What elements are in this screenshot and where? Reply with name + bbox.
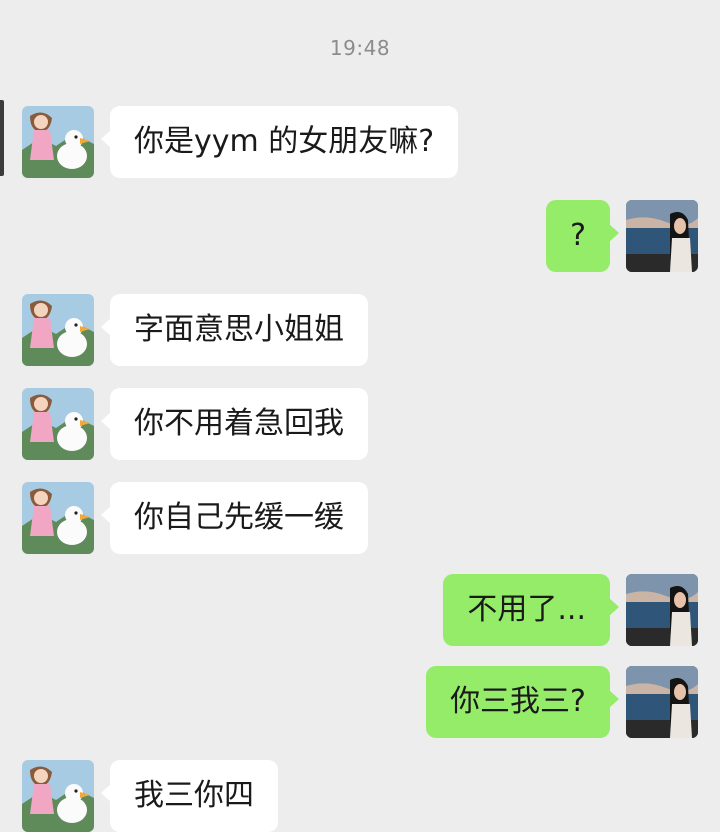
user-avatar[interactable] — [626, 200, 698, 272]
message-bubble-incoming[interactable]: 你不用着急回我 — [101, 388, 368, 460]
message-bubble-incoming[interactable]: 我三你四 — [101, 760, 278, 832]
message-bubble-outgoing[interactable]: 不用了... — [443, 574, 619, 646]
contact-avatar[interactable] — [22, 106, 94, 178]
message-row-outgoing: ? — [546, 200, 698, 272]
chat-timestamp: 19:48 — [329, 36, 391, 60]
message-row-outgoing: 不用了... — [443, 574, 698, 646]
message-row-outgoing: 你三我三? — [426, 666, 698, 738]
message-bubble-incoming[interactable]: 你是yym 的女朋友嘛? — [100, 106, 459, 178]
message-row-incoming: 你不用着急回我 — [22, 388, 368, 460]
message-bubble-outgoing[interactable]: ? — [546, 200, 619, 272]
contact-avatar[interactable] — [22, 482, 94, 554]
message-bubble-outgoing[interactable]: 你三我三? — [426, 666, 619, 738]
message-row-incoming: 我三你四 — [22, 760, 278, 832]
message-bubble-incoming[interactable]: 你自己先缓一缓 — [101, 482, 368, 554]
contact-avatar[interactable] — [22, 760, 94, 832]
user-avatar[interactable] — [626, 574, 698, 646]
message-row-incoming: 字面意思小姐姐 — [22, 294, 368, 366]
message-row-incoming: 你自己先缓一缓 — [22, 482, 368, 554]
message-bubble-incoming[interactable]: 字面意思小姐姐 — [101, 294, 368, 366]
message-row-incoming: 你是yym 的女朋友嘛? — [22, 106, 459, 178]
contact-avatar[interactable] — [22, 294, 94, 366]
contact-avatar[interactable] — [22, 388, 94, 460]
user-avatar[interactable] — [626, 666, 698, 738]
scroll-edge-indicator — [0, 100, 4, 176]
